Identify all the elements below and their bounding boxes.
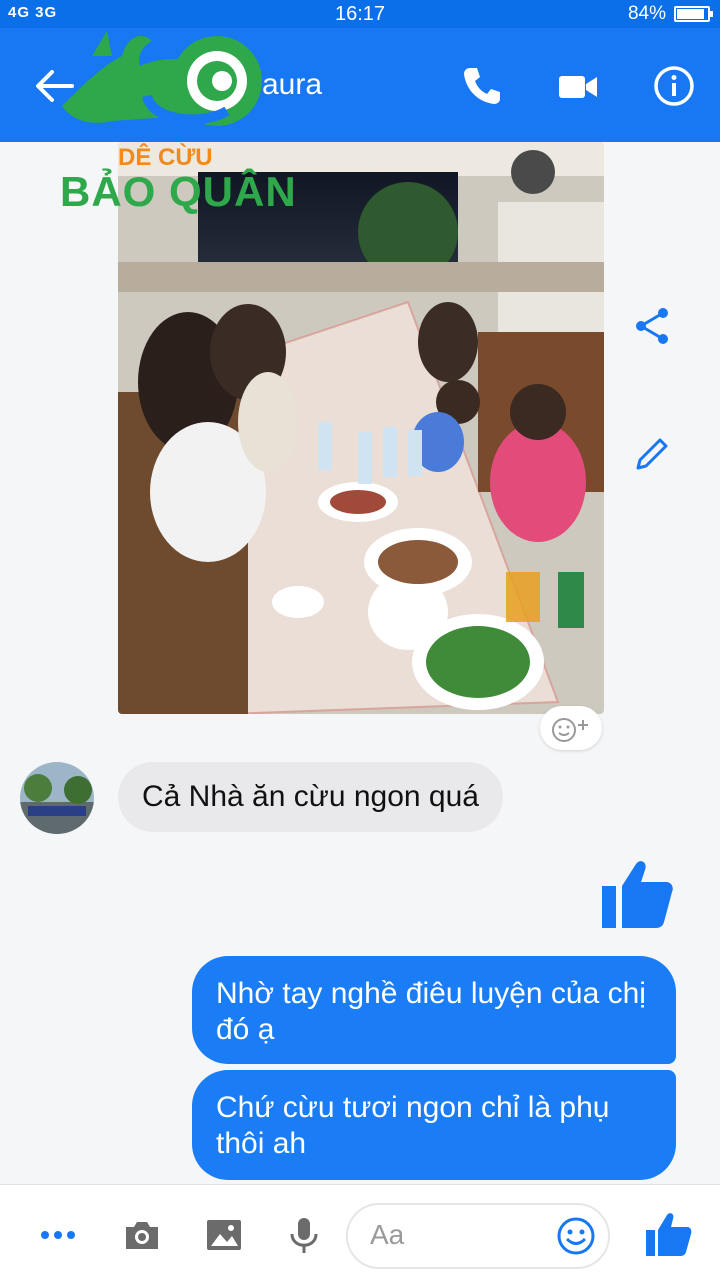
status-bar: 4G 3G 16:17 84% xyxy=(0,0,720,28)
microphone-icon[interactable] xyxy=(284,1215,324,1255)
battery-percent: 84% xyxy=(627,3,666,24)
edit-pencil-icon[interactable] xyxy=(632,434,672,474)
add-reaction-button[interactable] xyxy=(540,706,602,750)
outgoing-message[interactable]: Chứ cừu tươi ngon chỉ là phụ thôi ah xyxy=(192,1070,676,1180)
watermark-line2: BẢO QUÂN xyxy=(60,168,297,215)
outgoing-message[interactable]: Nhờ tay nghề điêu luyện của chị đó ạ xyxy=(192,956,676,1064)
more-icon[interactable] xyxy=(38,1215,78,1255)
status-right: 84% xyxy=(627,3,713,25)
camera-icon[interactable] xyxy=(122,1215,162,1255)
emoji-icon[interactable] xyxy=(556,1216,596,1256)
like-thumb-icon xyxy=(602,861,673,928)
info-icon[interactable] xyxy=(652,64,696,108)
message-input[interactable] xyxy=(370,1219,550,1251)
avatar[interactable] xyxy=(20,762,94,834)
shared-photo[interactable] xyxy=(118,142,604,714)
message-composer xyxy=(0,1184,720,1280)
like-icon[interactable] xyxy=(644,1210,692,1258)
phone-icon[interactable] xyxy=(460,64,504,108)
gallery-icon[interactable] xyxy=(204,1215,244,1255)
incoming-message[interactable]: Cả Nhà ăn cừu ngon quá xyxy=(118,762,503,832)
video-camera-icon[interactable] xyxy=(556,64,600,108)
battery-icon xyxy=(674,6,713,22)
clock: 16:17 xyxy=(334,3,386,25)
share-icon[interactable] xyxy=(632,306,672,346)
